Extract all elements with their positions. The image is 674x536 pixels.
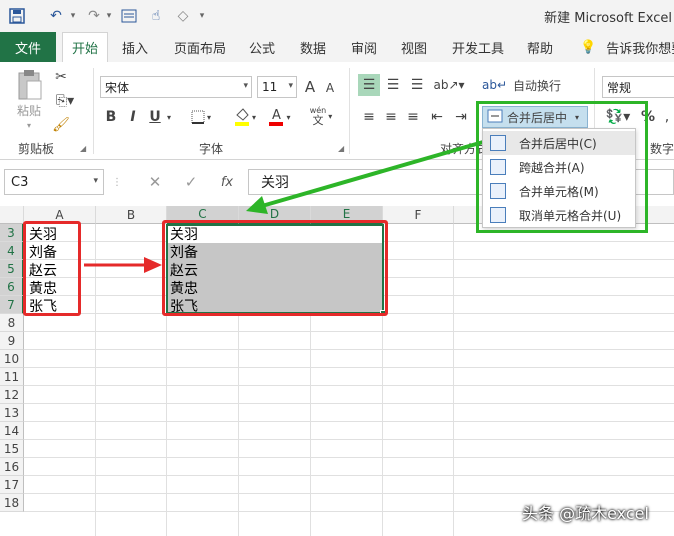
highlight-merge-menu-box <box>476 101 648 233</box>
annotation-arrows <box>84 138 491 273</box>
watermark: 头条 @疏木excel <box>522 504 649 523</box>
excel-window: ↶ ▾ ↷ ▾ ☝ ◇ ▾ 新建 Microsoft Excel 文件 开始 插… <box>0 0 674 536</box>
